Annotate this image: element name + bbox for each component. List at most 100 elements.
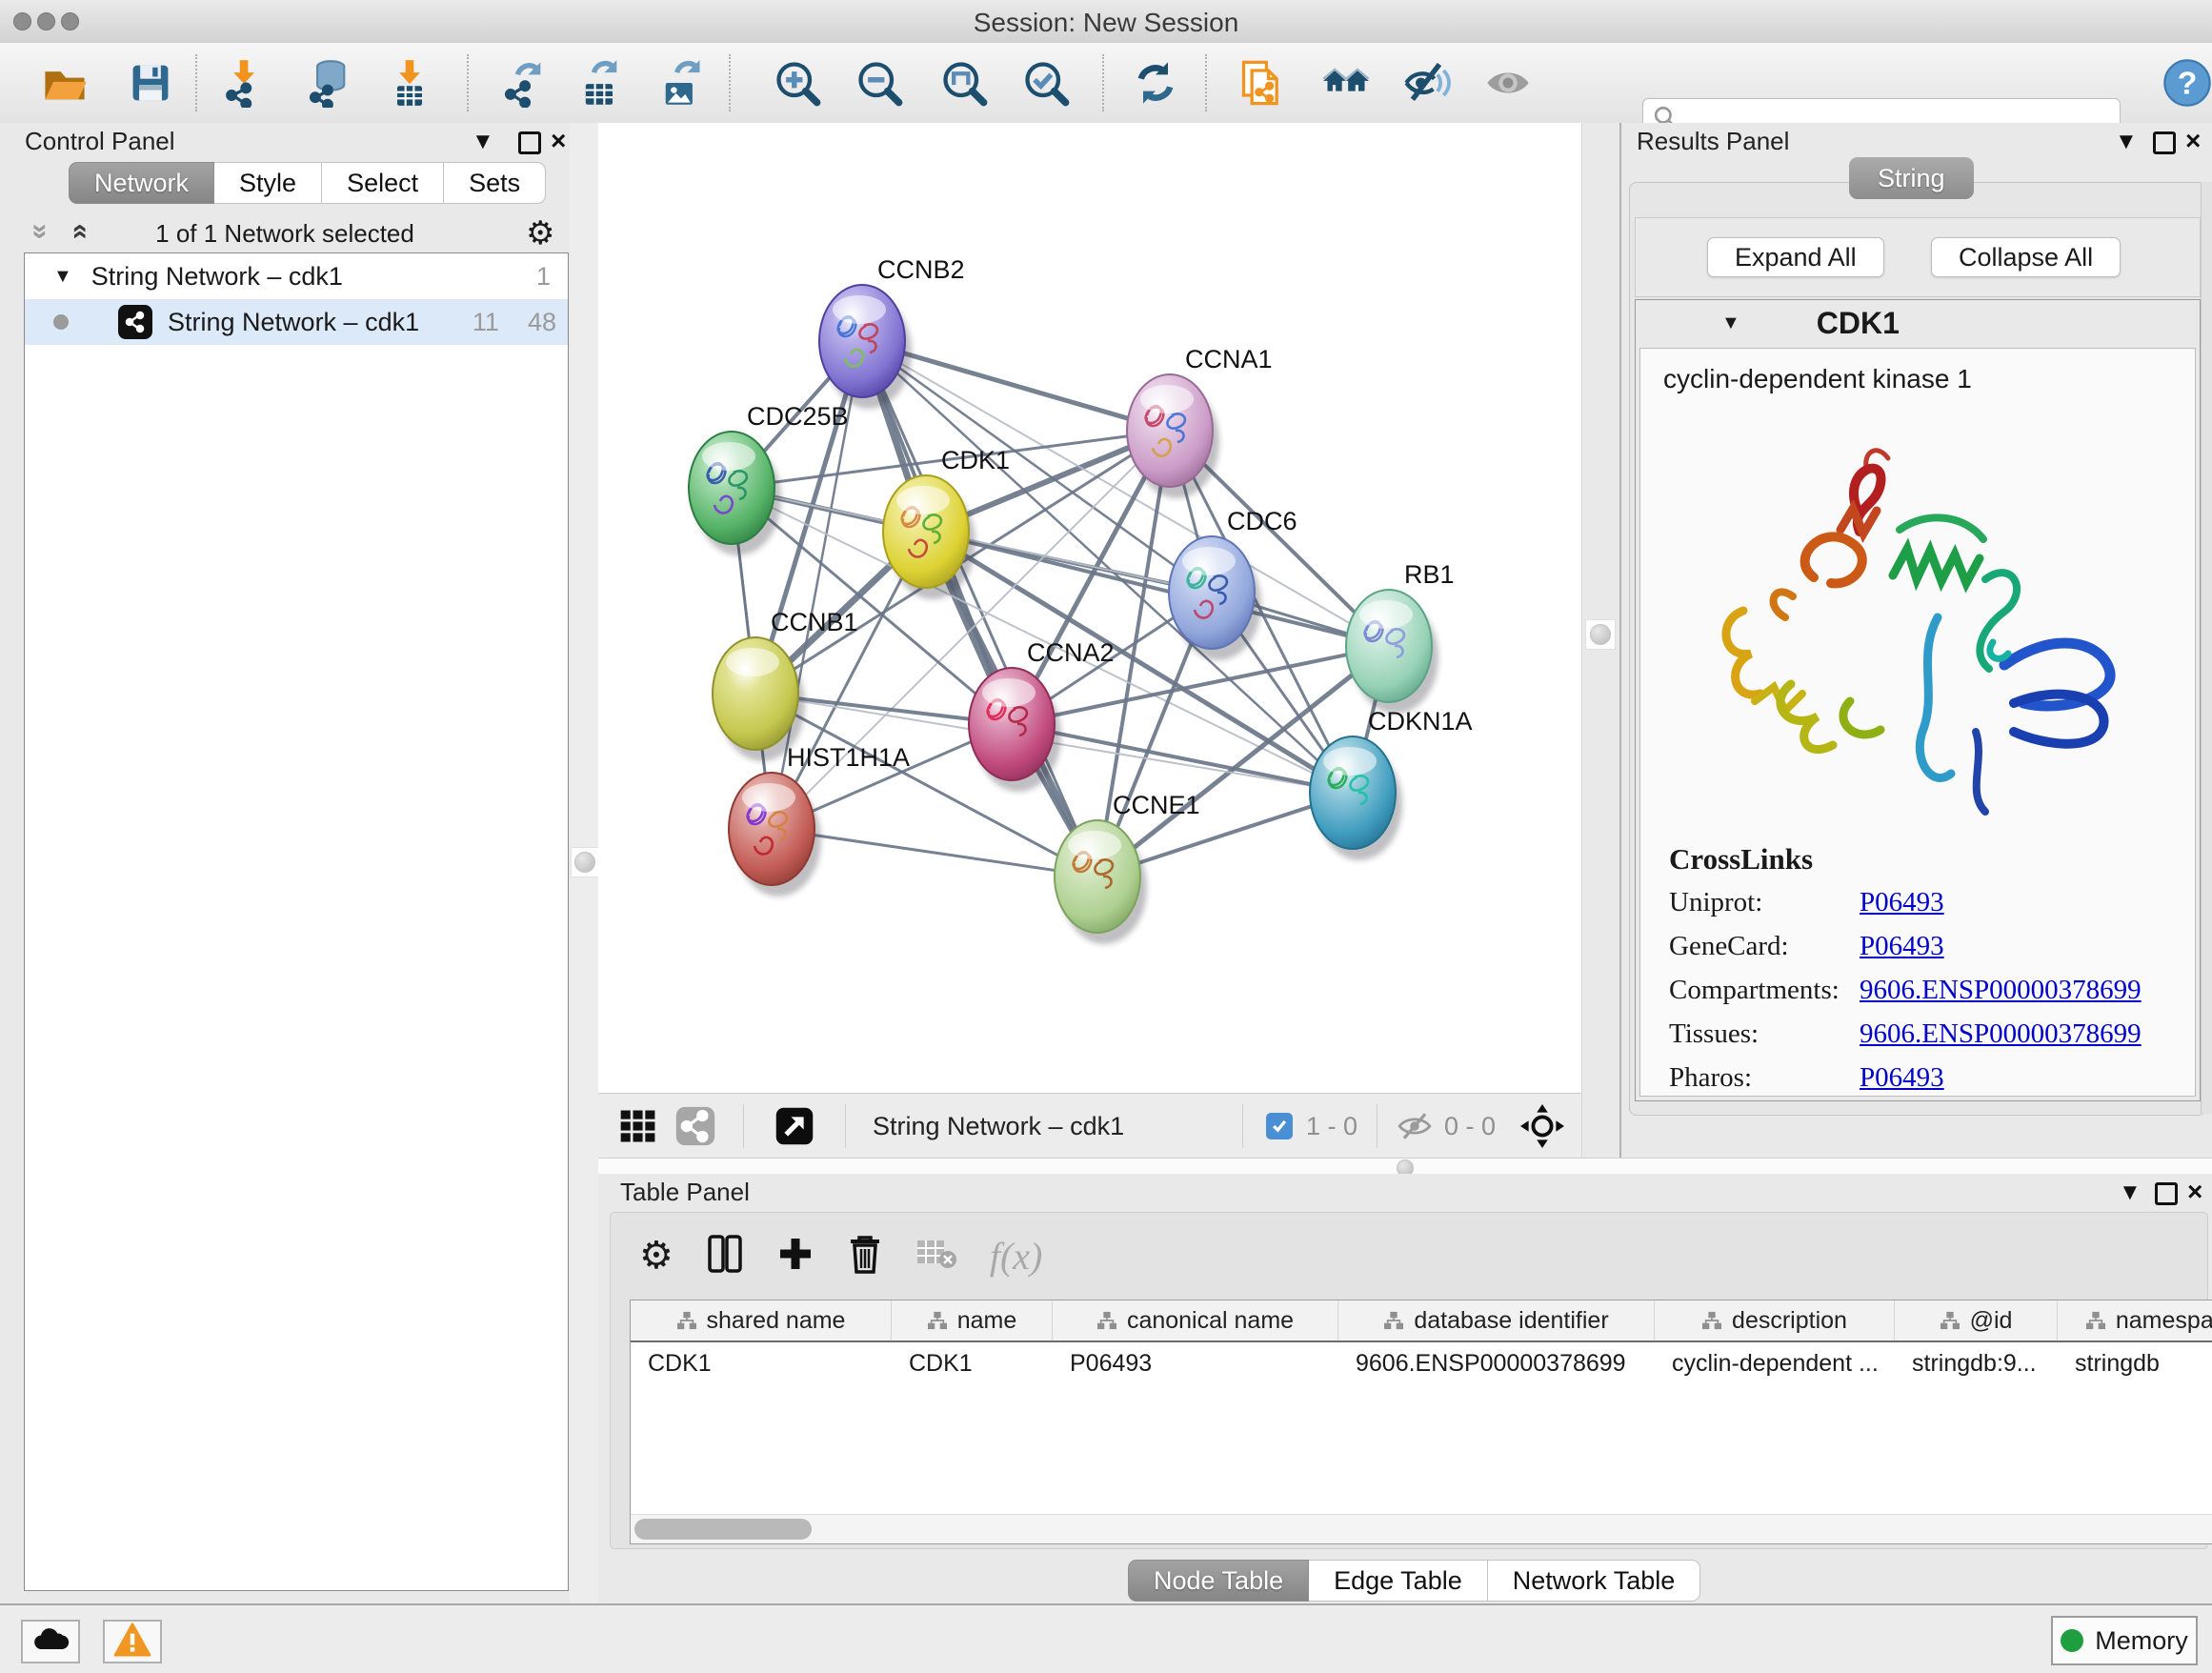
gene-name: CDK1 [1817,306,1900,341]
table-horizontal-scrollbar[interactable] [631,1514,2212,1543]
table-cell[interactable]: P06493 [1053,1342,1338,1384]
zoom-out-icon[interactable] [853,56,906,110]
column-header-canonical-name[interactable]: canonical name [1053,1300,1338,1340]
column-header-name[interactable]: name [892,1300,1053,1340]
share-view-icon[interactable] [674,1105,716,1147]
right-splitter[interactable] [1581,123,1620,1158]
table-cell[interactable]: CDK1 [631,1342,892,1384]
delete-table-icon[interactable] [915,1237,957,1276]
warning-button[interactable] [103,1620,162,1663]
crosslink-link[interactable]: 9606.ENSP00000378699 [1860,1018,2142,1050]
save-session-icon[interactable] [124,56,177,110]
add-icon[interactable] [776,1235,814,1278]
tab-edge-table[interactable]: Edge Table [1309,1560,1488,1602]
tab-sets[interactable]: Sets [444,162,546,204]
import-table-file-icon[interactable] [383,56,436,110]
network-options-gear-icon[interactable]: ⚙ [526,214,554,252]
cloud-button[interactable] [21,1620,80,1663]
collapse-section-icon[interactable]: ▼ [1721,312,1740,334]
table-cell[interactable]: 9606.ENSP00000378699 [1338,1342,1655,1384]
column-header-@id[interactable]: @id [1895,1300,2058,1340]
panel-float-icon[interactable] [518,131,541,154]
function-builder-icon[interactable]: f(x) [990,1234,1043,1279]
column-header-namespace[interactable]: namespace [2058,1300,2212,1340]
gene-description: cyclin-dependent kinase 1 [1663,364,2195,394]
expand-all-button[interactable]: Expand All [1707,237,1884,277]
export-image-icon[interactable] [654,56,708,110]
delete-icon[interactable] [847,1233,883,1280]
network-row[interactable]: String Network – cdk1 11 48 [25,299,568,345]
export-network-icon[interactable] [497,56,551,110]
import-network-database-icon[interactable] [302,56,355,110]
network-node-HIST1H1A[interactable]: HIST1H1A [729,743,910,897]
crosslink-link[interactable]: P06493 [1860,1062,1944,1094]
zoom-fit-icon[interactable] [937,56,991,110]
birdseye-crosshair-icon[interactable] [1520,1104,1564,1148]
collapse-all-button[interactable]: Collapse All [1931,237,2121,277]
network-tree: ▼ String Network – cdk1 1 String Network… [24,252,569,1591]
panel-menu-icon[interactable]: ▼ [2115,129,2138,155]
refresh-icon[interactable] [1129,56,1182,110]
table-cell[interactable]: stringdb:9... [1895,1342,2058,1384]
hidden-eye-icon[interactable] [1397,1111,1433,1141]
left-splitter-handle[interactable] [574,852,595,873]
network-node-CCNB2[interactable]: CCNB2 [819,255,965,409]
clone-network-icon[interactable] [1236,56,1289,110]
column-header-database-identifier[interactable]: database identifier [1338,1300,1655,1340]
network-edge[interactable] [1012,724,1353,793]
control-panel: Control Panel ▼ × NetworkStyleSelectSets… [0,123,571,1603]
columns-icon[interactable] [706,1233,744,1280]
column-header-description[interactable]: description [1655,1300,1895,1340]
network-collection-row[interactable]: ▼ String Network – cdk1 1 [25,253,568,299]
scrollbar-thumb[interactable] [634,1519,812,1540]
help-icon[interactable]: ? [2161,56,2212,110]
panel-float-icon[interactable] [2155,1182,2178,1205]
zoom-in-icon[interactable] [771,56,824,110]
results-scrollbar[interactable] [2201,182,2212,1114]
import-network-file-icon[interactable] [216,56,270,110]
zoom-selected-icon[interactable] [1019,56,1073,110]
tab-node-table[interactable]: Node Table [1128,1560,1309,1602]
tab-network-table[interactable]: Network Table [1488,1560,1701,1602]
table-panel: Table Panel ▼ × ⚙ f(x) shared namenameca… [598,1174,2212,1603]
open-in-new-window-icon[interactable] [774,1106,814,1146]
open-session-icon[interactable] [38,56,91,110]
show-graphics-details-icon[interactable] [1481,56,1535,110]
network-node-CCNA1[interactable]: CCNA1 [1127,345,1273,498]
show-all-networks-icon[interactable] [1319,56,1373,110]
column-header-shared-name[interactable]: shared name [631,1300,892,1340]
crosslink-link[interactable]: 9606.ENSP00000378699 [1860,975,2142,1006]
panel-menu-icon[interactable]: ▼ [2119,1179,2142,1206]
node-table[interactable]: shared namenamecanonical namedatabase id… [630,1300,2212,1544]
gene-section-header[interactable]: ▼ CDK1 [1636,300,2200,346]
table-cell[interactable]: stringdb [2058,1342,2212,1384]
tab-network[interactable]: Network [69,162,214,204]
network-node-CDKN1A[interactable]: CDKN1A [1310,707,1473,860]
tab-style[interactable]: Style [214,162,322,204]
gear-icon[interactable]: ⚙ [639,1234,674,1278]
panel-menu-icon[interactable]: ▼ [472,129,494,155]
memory-button[interactable]: Memory [2051,1616,2198,1665]
collapse-tree-icon[interactable]: ▼ [53,266,72,288]
grid-view-icon[interactable] [617,1105,659,1147]
table-cell[interactable]: cyclin-dependent ... [1655,1342,1895,1384]
tab-string[interactable]: String [1849,157,1974,199]
network-node-RB1[interactable]: RB1 [1346,560,1455,714]
panel-float-icon[interactable] [2153,131,2176,154]
hide-graphics-details-icon[interactable] [1400,56,1454,110]
crosslink-link[interactable]: P06493 [1860,887,1944,918]
network-graph[interactable]: CCNB2CCNA1CDC25BCDK1CDC6RB1CCNB1CCNA2CDK… [598,123,1581,1093]
tab-select[interactable]: Select [322,162,444,204]
crosslink-link[interactable]: P06493 [1860,931,1944,962]
panel-close-icon[interactable]: × [551,126,566,156]
table-cell[interactable]: CDK1 [892,1342,1053,1384]
network-node-CCNE1[interactable]: CCNE1 [1055,791,1200,944]
export-table-icon[interactable] [573,56,627,110]
selected-checkbox[interactable] [1266,1113,1293,1139]
left-splitter[interactable] [570,123,598,1603]
network-view-canvas[interactable]: CCNB2CCNA1CDC25BCDK1CDC6RB1CCNB1CCNA2CDK… [598,123,1581,1093]
panel-close-icon[interactable]: × [2185,126,2201,156]
table-row[interactable]: CDK1CDK1P064939606.ENSP00000378699cyclin… [631,1342,2212,1384]
right-splitter-handle[interactable] [1590,624,1611,645]
panel-close-icon[interactable]: × [2187,1177,2202,1207]
